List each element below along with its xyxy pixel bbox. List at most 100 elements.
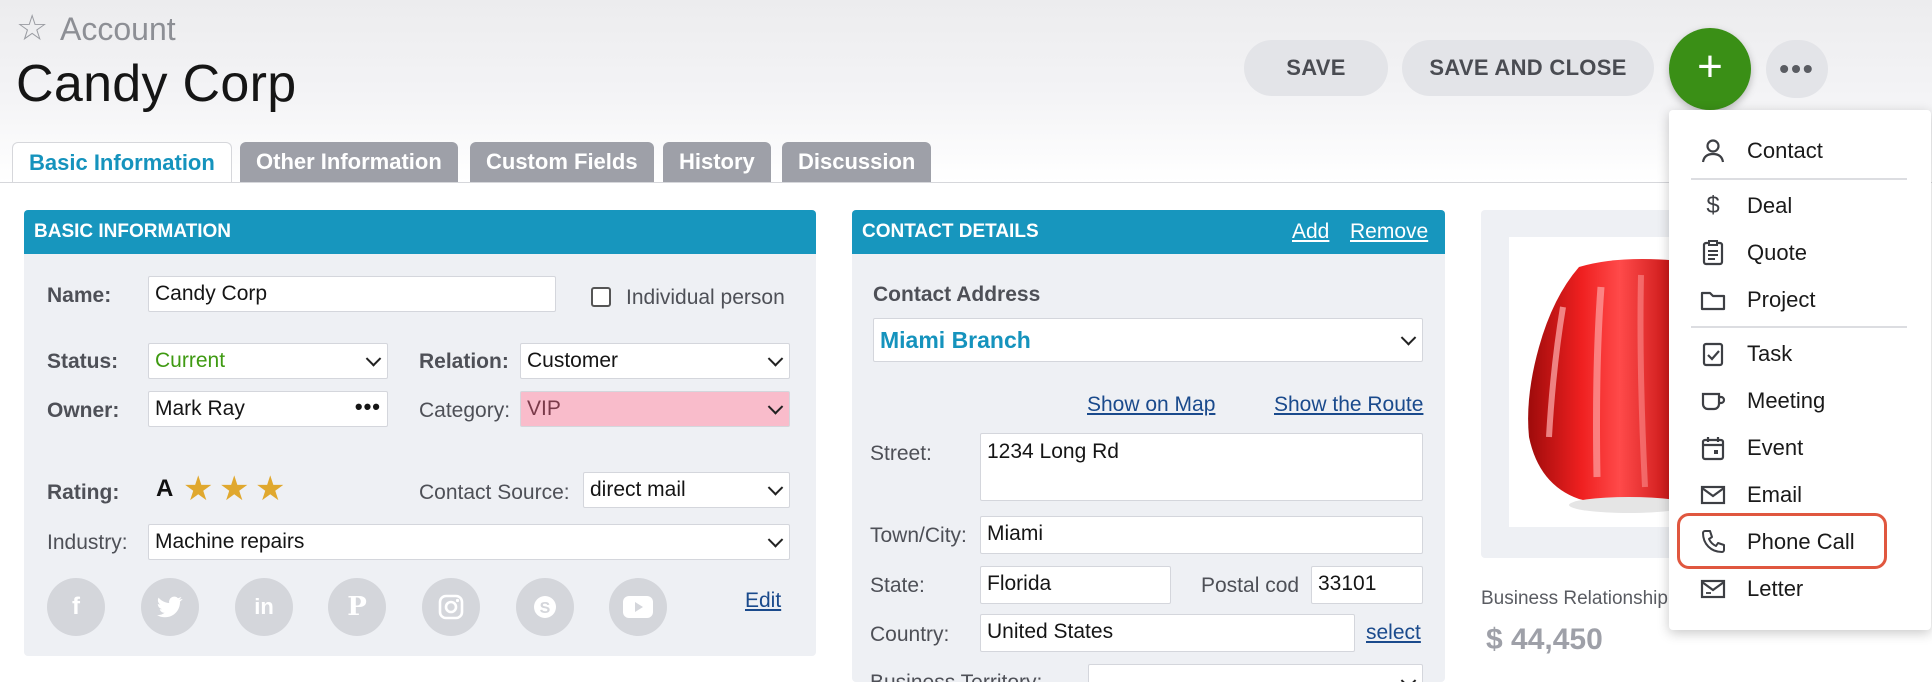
contact-details-title: CONTACT DETAILS: [862, 221, 1039, 242]
industry-label: Industry:: [47, 531, 128, 554]
calendar-icon: [1699, 434, 1727, 462]
business-relationship-value: $ 44,450: [1486, 623, 1603, 656]
meeting-cup-icon: [1699, 387, 1727, 415]
menu-divider: [1691, 178, 1907, 180]
edit-social-link[interactable]: Edit: [745, 588, 781, 614]
contact-source-select[interactable]: direct mail: [583, 472, 790, 508]
save-and-close-button[interactable]: SAVE AND CLOSE: [1402, 40, 1654, 96]
rating-star-icon[interactable]: ★: [255, 470, 285, 508]
menu-item-meeting[interactable]: Meeting: [1669, 379, 1931, 423]
folder-icon: [1699, 286, 1727, 314]
chevron-down-icon: [767, 399, 784, 415]
category-label: Category:: [419, 399, 511, 422]
status-select[interactable]: Current: [148, 343, 388, 379]
contact-address-value: Miami Branch: [880, 327, 1031, 353]
dollar-icon: $: [1706, 192, 1720, 219]
industry-select[interactable]: Machine repairs: [148, 524, 790, 560]
street-field[interactable]: 1234 Long Rd: [980, 433, 1423, 501]
person-icon: [1699, 137, 1727, 165]
industry-value: Machine repairs: [155, 530, 305, 553]
owner-picker-icon[interactable]: •••: [355, 392, 381, 424]
category-value: VIP: [527, 397, 561, 420]
contact-address-label: Contact Address: [873, 283, 1041, 306]
letter-icon: [1699, 575, 1727, 603]
phone-call-highlight: [1677, 513, 1887, 569]
menu-item-deal[interactable]: $ Deal: [1669, 184, 1931, 228]
business-territory-label: Business Territory:: [870, 670, 1042, 682]
business-relationship-label: Business Relationship: [1481, 588, 1668, 609]
skype-icon[interactable]: S: [516, 578, 574, 636]
linkedin-icon[interactable]: in: [235, 578, 293, 636]
rating-grade: A: [156, 475, 174, 502]
rating-label: Rating:: [47, 481, 120, 504]
state-field[interactable]: Florida: [980, 566, 1171, 604]
youtube-icon[interactable]: [609, 578, 667, 636]
menu-item-quote[interactable]: Quote: [1669, 231, 1931, 275]
twitter-icon[interactable]: [141, 578, 199, 636]
remove-address-link[interactable]: Remove: [1350, 210, 1428, 254]
add-new-button[interactable]: +: [1669, 28, 1751, 110]
add-address-link[interactable]: Add: [1292, 210, 1329, 254]
chevron-down-icon: [365, 351, 382, 367]
mail-icon: [1699, 481, 1727, 509]
country-field[interactable]: United States: [980, 614, 1355, 652]
chevron-down-icon: [767, 480, 784, 496]
contact-source-value: direct mail: [590, 478, 686, 501]
show-on-map-link[interactable]: Show on Map: [1087, 392, 1215, 418]
business-territory-select[interactable]: [1088, 664, 1423, 682]
menu-item-email[interactable]: Email: [1669, 473, 1931, 517]
tab-other-information[interactable]: Other Information: [240, 142, 458, 182]
owner-field[interactable]: Mark Ray •••: [148, 391, 388, 427]
menu-item-label: Contact: [1747, 138, 1823, 163]
relation-select[interactable]: Customer: [520, 343, 790, 379]
instagram-icon[interactable]: [422, 578, 480, 636]
menu-item-label: Event: [1747, 435, 1804, 460]
tab-divider: [0, 182, 1932, 183]
relation-value: Customer: [527, 349, 619, 372]
menu-item-event[interactable]: Event: [1669, 426, 1931, 470]
owner-label: Owner:: [47, 399, 120, 422]
name-field[interactable]: Candy Corp: [148, 276, 556, 312]
task-check-icon: [1699, 340, 1727, 368]
menu-item-letter[interactable]: Letter: [1669, 567, 1931, 611]
contact-address-select[interactable]: Miami Branch: [873, 318, 1423, 362]
pinterest-icon[interactable]: P: [328, 578, 386, 636]
chevron-down-icon: [767, 351, 784, 367]
state-label: State:: [870, 574, 925, 597]
facebook-icon[interactable]: f: [47, 578, 105, 636]
postal-code-field[interactable]: 33101: [1311, 566, 1423, 604]
svg-text:S: S: [540, 600, 551, 617]
tab-custom-fields[interactable]: Custom Fields: [470, 142, 654, 182]
show-route-link[interactable]: Show the Route: [1274, 392, 1423, 418]
country-label: Country:: [870, 623, 950, 646]
tab-discussion[interactable]: Discussion: [782, 142, 932, 182]
menu-item-label: Project: [1747, 287, 1816, 312]
menu-item-project[interactable]: Project: [1669, 278, 1931, 322]
save-button[interactable]: SAVE: [1244, 40, 1388, 96]
country-select-link[interactable]: select: [1366, 620, 1421, 646]
more-actions-button[interactable]: •••: [1766, 40, 1828, 98]
tab-history[interactable]: History: [663, 142, 771, 182]
tab-basic-information[interactable]: Basic Information: [12, 142, 232, 183]
town-field[interactable]: Miami: [980, 516, 1423, 554]
rating-star-icon[interactable]: ★: [183, 470, 213, 508]
chevron-down-icon: [1400, 330, 1417, 346]
rating-star-icon[interactable]: ★: [219, 470, 249, 508]
town-label: Town/City:: [870, 524, 967, 547]
contact-source-label: Contact Source:: [419, 481, 570, 504]
menu-divider: [1691, 326, 1907, 328]
name-label: Name:: [47, 284, 112, 307]
favorite-star-icon[interactable]: ☆: [16, 8, 48, 48]
menu-item-task[interactable]: Task: [1669, 332, 1931, 376]
basic-information-heading: BASIC INFORMATION: [24, 210, 816, 254]
postal-code-label: Postal cod: [1201, 574, 1300, 597]
chevron-down-icon: [1400, 673, 1417, 682]
status-label: Status:: [47, 350, 119, 373]
individual-person-checkbox[interactable]: [591, 287, 611, 307]
menu-item-label: Letter: [1747, 576, 1804, 601]
status-value: Current: [155, 349, 226, 372]
menu-item-contact[interactable]: Contact: [1669, 129, 1931, 173]
relation-label: Relation:: [419, 350, 509, 373]
street-label: Street:: [870, 442, 932, 465]
category-select[interactable]: VIP: [520, 391, 790, 427]
